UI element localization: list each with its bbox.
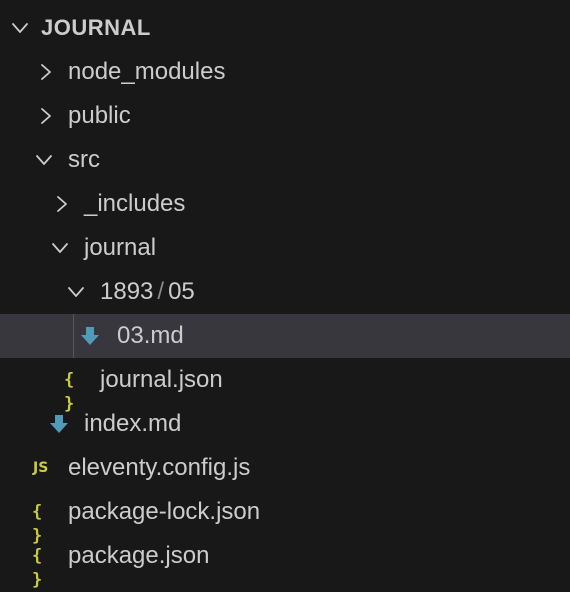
- path-separator: /: [157, 278, 165, 305]
- json-braces-icon: { }: [32, 502, 42, 546]
- tree-item-label: journal.json: [100, 366, 223, 393]
- tree-item-label: public: [68, 102, 131, 129]
- tree-item-label: package-lock.json: [68, 498, 261, 525]
- tree-item-label: eleventy.config.js: [68, 454, 251, 481]
- tree-item-label: _includes: [84, 190, 186, 217]
- tree-item-node-modules[interactable]: node_modules: [0, 50, 570, 94]
- tree-item-package-json[interactable]: { } package.json: [0, 534, 570, 590]
- tree-item-journal-json[interactable]: { } journal.json: [0, 358, 570, 414]
- tree-item-label: src: [68, 146, 100, 173]
- chevron-right-icon: [41, 64, 51, 80]
- json-braces-icon: { }: [64, 370, 74, 414]
- tree-item-journal[interactable]: journal: [0, 226, 570, 270]
- section-title: JOURNAL: [41, 15, 151, 40]
- tree-item-label: 03.md: [117, 322, 184, 349]
- chevron-right-icon: [41, 108, 51, 124]
- tree-item-label: node_modules: [68, 58, 226, 85]
- indent-guide: [73, 314, 74, 358]
- explorer-section-header[interactable]: JOURNAL: [0, 6, 570, 50]
- tree-item-label: journal: [84, 234, 157, 261]
- tree-item-eleventy-config-js[interactable]: JS eleventy.config.js: [0, 446, 570, 490]
- json-braces-icon: { }: [32, 546, 42, 590]
- tree-item-index-md[interactable]: index.md: [0, 402, 570, 446]
- chevron-down-icon: [68, 287, 84, 297]
- tree-item-includes[interactable]: _includes: [0, 182, 570, 226]
- folder-segment-05[interactable]: 05: [168, 278, 195, 305]
- tree-item-03-md[interactable]: 03.md: [0, 314, 570, 358]
- chevron-right-icon: [57, 196, 67, 212]
- folder-segment-1893[interactable]: 1893: [100, 278, 153, 305]
- tree-item-label: package.json: [68, 542, 210, 569]
- tree-item-src[interactable]: src: [0, 138, 570, 182]
- file-explorer: JOURNAL node_modules public src _include…: [0, 0, 570, 590]
- chevron-down-icon: [12, 23, 28, 33]
- chevron-down-icon: [52, 243, 68, 253]
- javascript-icon: JS: [33, 460, 49, 476]
- tree-item-1893-05[interactable]: 1893/05: [0, 270, 570, 314]
- markdown-arrow-icon: [50, 415, 68, 433]
- tree-item-package-lock-json[interactable]: { } package-lock.json: [0, 490, 570, 546]
- tree-item-public[interactable]: public: [0, 94, 570, 138]
- markdown-arrow-icon: [81, 327, 99, 345]
- compact-folder-label: 1893/05: [100, 278, 195, 306]
- tree-item-label: index.md: [84, 410, 182, 437]
- chevron-down-icon: [36, 155, 52, 165]
